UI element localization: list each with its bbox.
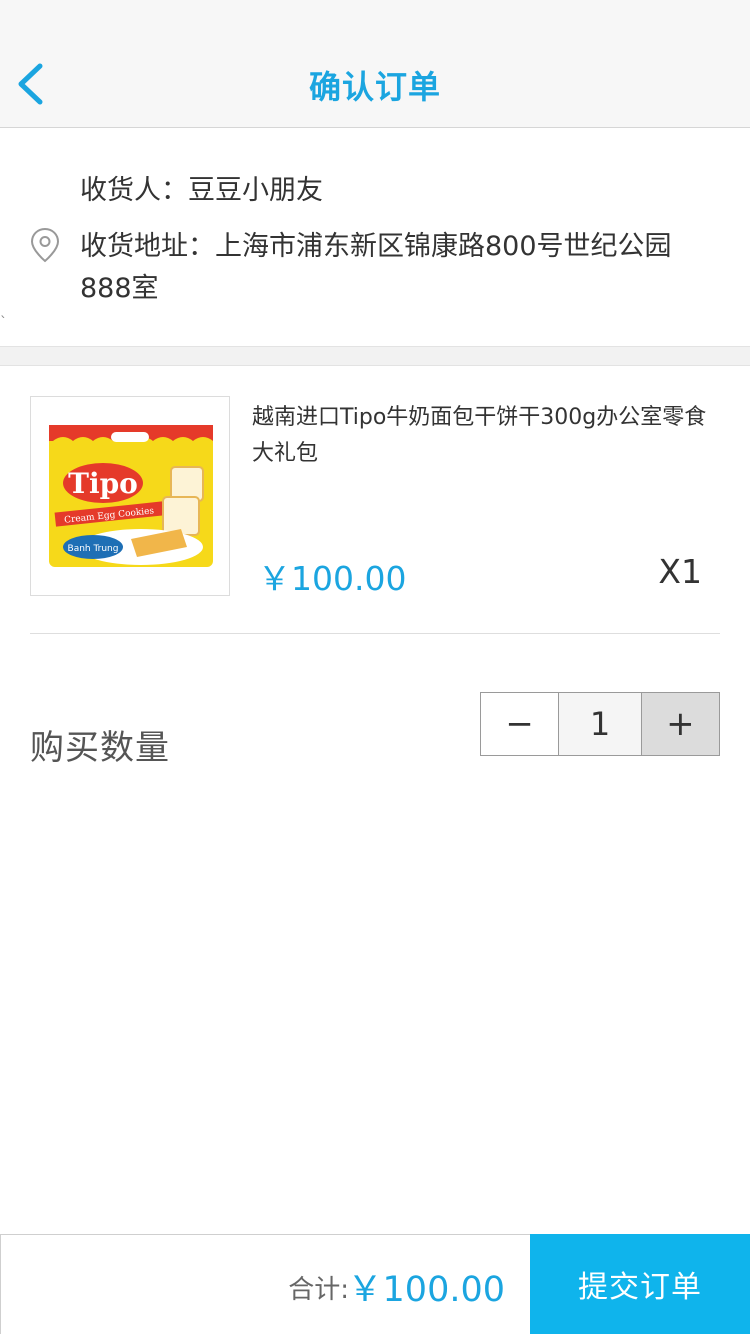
total-area: 合计: ￥100.00 bbox=[0, 1235, 529, 1334]
product-name: 越南进口Tipo牛奶面包干饼干300g办公室零食大礼包 bbox=[252, 405, 707, 466]
location-pin-icon bbox=[30, 227, 60, 263]
header-bar: 确认订单 bbox=[0, 0, 750, 128]
quantity-value[interactable]: 1 bbox=[559, 693, 642, 755]
buy-quantity-label: 购买数量 bbox=[30, 728, 170, 768]
product-image: Tipo Cream Egg Cookies Banh Trung bbox=[30, 396, 230, 596]
address-section[interactable]: 收货人：豆豆小朋友 收货地址：上海市浦东新区锦康路800号世纪公园888室 ` bbox=[0, 128, 750, 346]
product-quantity: X1 bbox=[658, 552, 702, 591]
footer-bar: 合计: ￥100.00 提交订单 bbox=[0, 1234, 750, 1334]
total-label: 合计: bbox=[288, 1275, 349, 1305]
quantity-stepper: − 1 + bbox=[480, 692, 720, 756]
tipo-brand-text: Tipo bbox=[68, 467, 138, 500]
total-value: ￥100.00 bbox=[347, 1270, 505, 1310]
submit-order-button[interactable]: 提交订单 bbox=[530, 1234, 750, 1334]
section-divider bbox=[0, 346, 750, 366]
product-price: ￥100.00 bbox=[258, 559, 407, 598]
address-text: 收货地址：上海市浦东新区锦康路800号世纪公园888室 bbox=[80, 231, 672, 304]
address-tick-mark: ` bbox=[0, 315, 7, 331]
decrement-button[interactable]: − bbox=[481, 693, 560, 755]
page-title: 确认订单 bbox=[308, 68, 441, 106]
product-item[interactable]: Tipo Cream Egg Cookies Banh Trung 越南进口Ti… bbox=[0, 366, 750, 634]
divider bbox=[30, 633, 720, 634]
increment-button[interactable]: + bbox=[641, 693, 719, 755]
image-badge-text: Banh Trung bbox=[68, 544, 119, 554]
receiver-name: 收货人：豆豆小朋友 bbox=[80, 175, 323, 206]
